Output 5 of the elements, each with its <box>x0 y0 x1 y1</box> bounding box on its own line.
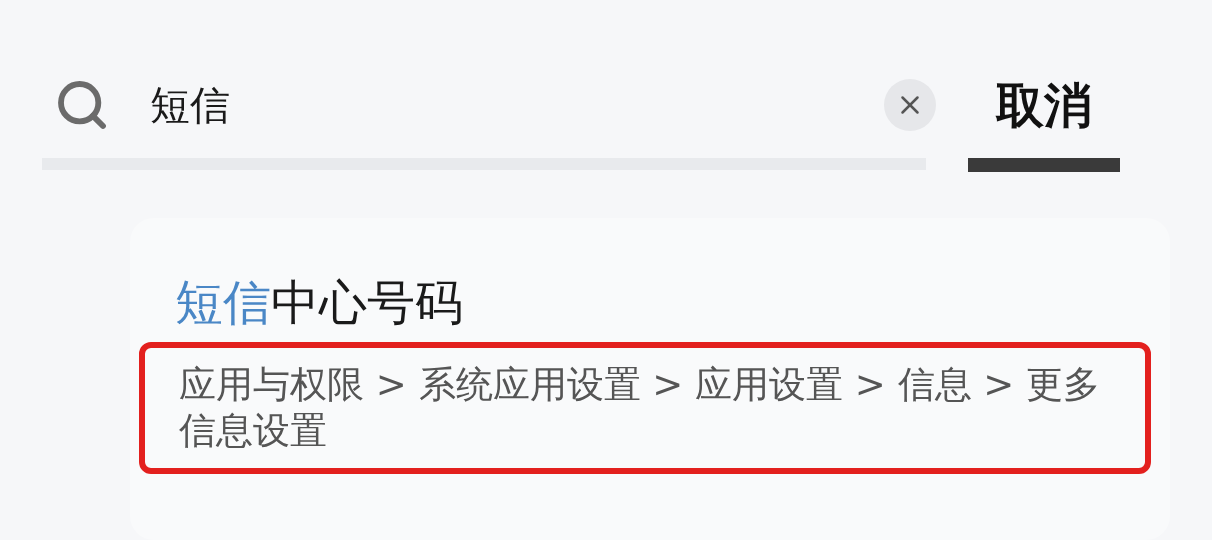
result-title: 短信中心号码 <box>175 278 464 326</box>
search-field[interactable]: 短信 <box>150 75 884 135</box>
clear-button[interactable] <box>884 79 936 131</box>
cancel-button[interactable]: 取消 <box>996 70 1092 140</box>
settings-path: 应用与权限 > 系统应用设置 > 应用设置 > 信息 > 更多信息设置 <box>179 362 1102 454</box>
